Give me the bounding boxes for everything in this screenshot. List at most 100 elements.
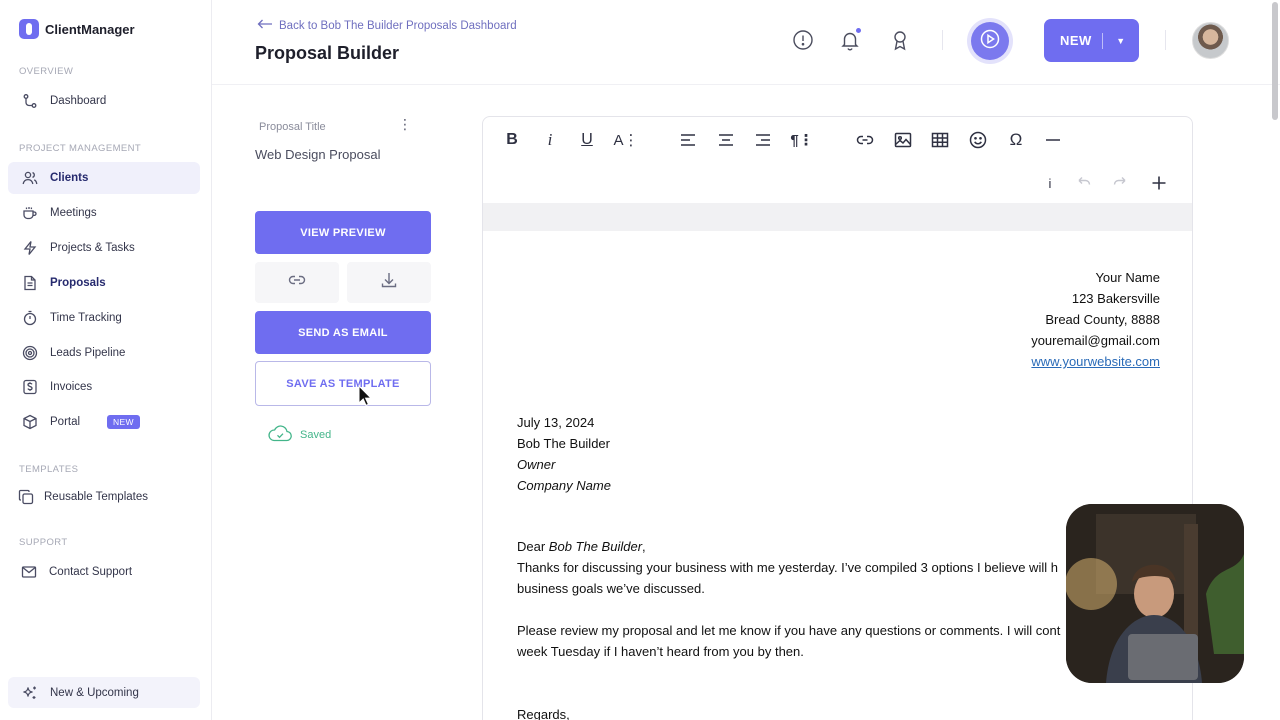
sidebar-item-contact-support[interactable]: Contact Support bbox=[8, 556, 200, 588]
saved-label: Saved bbox=[300, 428, 332, 441]
sender-address: Your Name 123 Bakersville Bread County, … bbox=[517, 267, 1160, 372]
section-templates: TEMPLATES bbox=[19, 464, 79, 475]
copy-link-button[interactable] bbox=[255, 262, 339, 303]
align-left-icon[interactable] bbox=[679, 129, 697, 151]
sidebar-item-label: Meetings bbox=[50, 207, 97, 219]
bold-icon[interactable]: B bbox=[503, 129, 521, 151]
paragraph-icon[interactable]: ¶⋮ bbox=[790, 129, 813, 151]
sidebar-item-meetings[interactable]: Meetings bbox=[8, 197, 200, 229]
back-link[interactable]: Back to Bob The Builder Proposals Dashbo… bbox=[257, 19, 517, 32]
font-size-icon[interactable]: A⋮ bbox=[614, 129, 639, 151]
insert-image-icon[interactable] bbox=[893, 129, 913, 151]
sidebar-item-new-upcoming[interactable]: New & Upcoming bbox=[8, 677, 200, 708]
brand-logo-icon bbox=[19, 19, 39, 39]
download-button[interactable] bbox=[347, 262, 431, 303]
cloud-check-icon bbox=[267, 423, 293, 446]
underline-icon[interactable]: U bbox=[578, 129, 596, 151]
recipient-name: Bob The Builder bbox=[517, 436, 610, 451]
redo-icon[interactable] bbox=[1111, 172, 1131, 194]
undo-icon[interactable] bbox=[1073, 172, 1093, 194]
sidebar-item-label: Proposals bbox=[50, 277, 106, 289]
play-button[interactable] bbox=[971, 22, 1009, 60]
copy-icon bbox=[18, 489, 34, 505]
sidebar-item-label: Invoices bbox=[50, 381, 93, 393]
document-body[interactable]: Your Name 123 Bakersville Bread County, … bbox=[517, 267, 1160, 720]
sender-email: youremail@gmail.com bbox=[1031, 333, 1160, 348]
align-center-icon[interactable] bbox=[717, 129, 735, 151]
sidebar-item-label: Clients bbox=[50, 172, 89, 184]
bolt-icon bbox=[22, 240, 38, 256]
sidebar-item-label: Portal bbox=[50, 416, 81, 428]
letter-date: July 13, 2024 bbox=[517, 415, 595, 430]
section-support: SUPPORT bbox=[19, 537, 68, 548]
avatar[interactable] bbox=[1192, 22, 1229, 59]
special-character-icon[interactable]: Ω bbox=[1006, 129, 1026, 151]
mail-icon bbox=[21, 564, 37, 580]
arrow-left-icon bbox=[257, 19, 273, 32]
send-as-email-button[interactable]: SEND AS EMAIL bbox=[255, 311, 431, 354]
sender-county: Bread County, 8888 bbox=[1045, 312, 1160, 327]
coffee-icon bbox=[22, 205, 38, 221]
stopwatch-icon bbox=[22, 310, 38, 326]
horizontal-rule-icon[interactable] bbox=[1043, 129, 1063, 151]
greeting-prefix: Dear bbox=[517, 539, 549, 554]
paragraph-1-line-1: Thanks for discussing your business with… bbox=[517, 560, 1058, 575]
new-button[interactable]: NEW ▼ bbox=[1044, 19, 1139, 62]
sidebar-item-portal[interactable]: Portal NEW bbox=[8, 406, 200, 438]
sidebar-item-clients[interactable]: Clients bbox=[8, 162, 200, 194]
header-rule bbox=[212, 84, 1280, 85]
header-divider bbox=[1165, 30, 1166, 50]
sidebar-item-leads-pipeline[interactable]: Leads Pipeline bbox=[8, 337, 200, 369]
sidebar-item-proposals[interactable]: Proposals bbox=[8, 267, 200, 299]
users-icon bbox=[22, 170, 38, 186]
proposal-title-field[interactable]: Web Design Proposal bbox=[255, 147, 381, 162]
alert-icon[interactable] bbox=[792, 29, 814, 51]
section-project-management: PROJECT MANAGEMENT bbox=[19, 143, 142, 154]
award-icon[interactable] bbox=[889, 29, 911, 51]
more-vertical-icon[interactable]: ⋮ bbox=[398, 116, 412, 132]
header-divider bbox=[942, 30, 943, 50]
webcam-overlay[interactable] bbox=[1066, 504, 1244, 683]
app-window: ClientManager OVERVIEW Dashboard PROJECT… bbox=[0, 0, 1280, 720]
align-right-icon[interactable] bbox=[754, 129, 772, 151]
notification-dot bbox=[855, 27, 862, 34]
editor-ruler bbox=[483, 203, 1192, 231]
mouse-cursor-icon bbox=[358, 385, 373, 406]
greeting: Dear Bob The Builder, bbox=[517, 536, 1160, 557]
route-icon bbox=[22, 93, 38, 109]
page-scrollbar[interactable] bbox=[1272, 2, 1278, 120]
sidebar-item-time-tracking[interactable]: Time Tracking bbox=[8, 302, 200, 334]
view-preview-button[interactable]: VIEW PREVIEW bbox=[255, 211, 431, 254]
new-button-label: NEW bbox=[1060, 33, 1092, 48]
sidebar-item-invoices[interactable]: Invoices bbox=[8, 371, 200, 403]
page-title: Proposal Builder bbox=[255, 43, 400, 63]
sidebar-item-label: Projects & Tasks bbox=[50, 242, 135, 254]
caret-down-icon[interactable]: ▼ bbox=[1103, 36, 1139, 46]
link-icon bbox=[287, 270, 307, 295]
plus-icon[interactable] bbox=[1149, 172, 1169, 194]
download-icon bbox=[379, 270, 399, 295]
paragraph-2-line-1: Please review my proposal and let me kno… bbox=[517, 623, 1061, 638]
webcam-video bbox=[1066, 504, 1244, 683]
brand-name: ClientManager bbox=[45, 21, 135, 37]
bell-icon[interactable] bbox=[839, 27, 862, 51]
proposal-title-label: Proposal Title bbox=[259, 121, 326, 133]
sender-name: Your Name bbox=[1095, 270, 1160, 285]
brand[interactable]: ClientManager bbox=[19, 19, 135, 39]
greeting-suffix: , bbox=[642, 539, 646, 554]
info-icon[interactable]: i bbox=[1045, 172, 1055, 194]
new-badge: NEW bbox=[107, 415, 140, 429]
emoji-icon[interactable] bbox=[968, 129, 988, 151]
sidebar-item-label: Contact Support bbox=[49, 566, 133, 578]
sidebar-item-reusable-templates[interactable]: Reusable Templates bbox=[8, 481, 200, 513]
sidebar-item-projects-tasks[interactable]: Projects & Tasks bbox=[8, 232, 200, 264]
insert-table-icon[interactable] bbox=[930, 129, 950, 151]
save-as-template-button[interactable]: SAVE AS TEMPLATE bbox=[255, 361, 431, 406]
italic-icon[interactable]: i bbox=[541, 129, 559, 151]
target-icon bbox=[22, 345, 38, 361]
sender-street: 123 Bakersville bbox=[1071, 291, 1160, 306]
sender-website-link[interactable]: www.yourwebsite.com bbox=[1031, 354, 1160, 369]
insert-link-icon[interactable] bbox=[855, 129, 875, 151]
sidebar-item-dashboard[interactable]: Dashboard bbox=[8, 85, 200, 117]
play-icon bbox=[980, 29, 1000, 54]
